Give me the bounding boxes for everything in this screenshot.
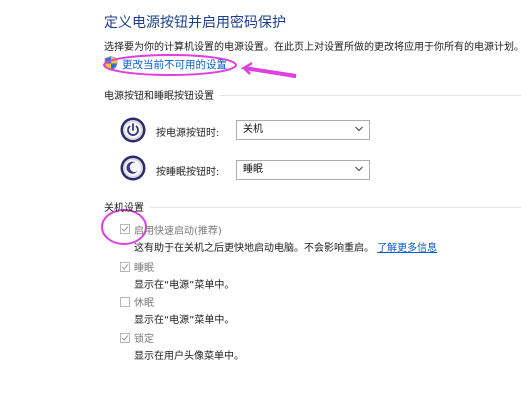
uac-shield-icon (104, 56, 118, 71)
section-heading-shutdown: 关机设置 (104, 199, 521, 214)
lock-menu-description: 显示在用户头像菜单中。 (134, 351, 244, 362)
sleep-button-action-value: 睡眠 (243, 164, 263, 175)
power-button-action-select[interactable]: 关机 (236, 120, 370, 140)
lock-menu-label: 锁定 (134, 334, 154, 345)
sleep-menu-checkbox[interactable] (120, 262, 130, 272)
hibernate-menu-checkbox[interactable] (120, 297, 130, 307)
page-description: 选择要为你的计算机设置的电源设置。在此页上对设置所做的更改将应用于你所有的电源计… (104, 42, 521, 53)
sleep-button-icon (120, 155, 146, 181)
hibernate-menu-label: 休眠 (134, 298, 154, 309)
power-button-action-value: 关机 (243, 124, 263, 135)
lock-menu-checkbox[interactable] (120, 333, 130, 343)
fast-startup-label: 启用快速启动(推荐) (134, 226, 222, 237)
sleep-menu-label: 睡眠 (134, 263, 154, 274)
power-button-icon (120, 117, 146, 143)
sleep-button-label: 按睡眠按钮时: (156, 167, 220, 178)
chevron-down-icon (355, 166, 363, 172)
checkmark-icon (121, 335, 129, 341)
section-heading-power-buttons: 电源按钮和睡眠按钮设置 (104, 87, 521, 102)
fast-startup-description: 这有助于在关机之后更快地启动电脑。不会影响重启。 了解更多信息 (134, 243, 438, 254)
sleep-button-action-select[interactable]: 睡眠 (236, 160, 370, 180)
annotation-overlay (101, 54, 297, 245)
annotation-arrow (240, 61, 297, 79)
hibernate-menu-description: 显示在“电源”菜单中。 (134, 315, 235, 326)
page-title: 定义电源按钮并启用密码保护 (104, 15, 286, 31)
fast-startup-checkbox[interactable] (120, 224, 130, 234)
power-button-label: 按电源按钮时: (156, 128, 220, 139)
checkmark-icon (121, 264, 129, 270)
checkmark-icon (121, 226, 129, 232)
chevron-down-icon (355, 126, 363, 132)
learn-more-link[interactable]: 了解更多信息 (377, 243, 437, 254)
change-unavailable-settings-link[interactable]: 更改当前不可用的设置 (122, 57, 227, 72)
sleep-menu-description: 显示在“电源”菜单中。 (134, 280, 235, 291)
